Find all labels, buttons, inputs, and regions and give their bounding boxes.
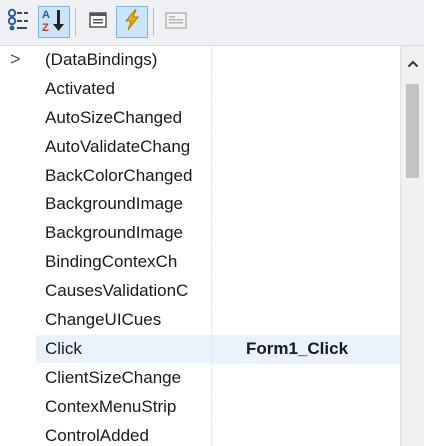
property-name: Click bbox=[36, 334, 212, 364]
chevron-up-icon bbox=[407, 55, 419, 73]
property-value[interactable] bbox=[212, 306, 400, 335]
grid-row[interactable]: AutoSizeChanged bbox=[0, 103, 400, 133]
property-name: ContexMenuStrip bbox=[36, 392, 212, 422]
property-name: BackColorChanged bbox=[36, 161, 212, 191]
property-name: ChangeUICues bbox=[36, 306, 212, 335]
toolbar-separator bbox=[75, 8, 76, 36]
grid-row[interactable]: ContexMenuStrip bbox=[0, 392, 400, 422]
property-name: BindingContexCh bbox=[36, 248, 212, 278]
property-grid-toolbar: A Z bbox=[0, 0, 424, 46]
property-pages-icon bbox=[164, 9, 188, 36]
property-name: (DataBindings) bbox=[36, 46, 212, 75]
property-grid: > (DataBindings) Activated AutoSizeChang… bbox=[0, 46, 400, 446]
categorized-button[interactable] bbox=[4, 6, 36, 38]
grid-row[interactable]: ChangeUICues bbox=[0, 306, 400, 335]
categorized-icon bbox=[7, 7, 33, 38]
property-name: BackgroundImage bbox=[36, 190, 212, 220]
scroll-up-button[interactable] bbox=[401, 46, 424, 82]
vertical-scrollbar[interactable] bbox=[400, 46, 424, 446]
property-name: AutoSizeChanged bbox=[36, 103, 212, 133]
grid-row[interactable]: CausesValidationC bbox=[0, 277, 400, 307]
grid-row[interactable]: AutoValidateChang bbox=[0, 132, 400, 162]
grid-row[interactable]: BindingContexCh bbox=[0, 248, 400, 278]
toolbar-separator bbox=[153, 8, 154, 36]
property-name: CausesValidationC bbox=[36, 277, 212, 307]
property-value[interactable] bbox=[212, 75, 400, 104]
property-value[interactable] bbox=[212, 277, 400, 306]
property-value[interactable] bbox=[212, 393, 400, 422]
event-handler-value[interactable]: Form1_Click bbox=[212, 334, 400, 364]
property-name: ControlAdded bbox=[36, 421, 212, 446]
property-pages-button[interactable] bbox=[160, 6, 192, 38]
grid-row-databindings[interactable]: > (DataBindings) bbox=[0, 46, 400, 75]
property-value[interactable] bbox=[212, 219, 400, 248]
grid-row[interactable]: Activated bbox=[0, 74, 400, 104]
property-value[interactable] bbox=[212, 162, 400, 191]
sort-az-icon: A Z bbox=[41, 7, 67, 38]
grid-row-selected[interactable]: Click Form1_Click bbox=[0, 334, 400, 364]
property-value[interactable] bbox=[212, 190, 400, 219]
property-value[interactable] bbox=[212, 46, 400, 75]
property-value[interactable] bbox=[212, 364, 400, 393]
property-value[interactable] bbox=[212, 104, 400, 133]
property-name: BackgroundImage bbox=[36, 219, 212, 249]
properties-button[interactable] bbox=[82, 6, 114, 38]
lightning-icon bbox=[120, 8, 144, 37]
grid-row[interactable]: BackColorChanged bbox=[0, 161, 400, 191]
grid-row[interactable]: ClientSizeChange bbox=[0, 363, 400, 393]
property-value[interactable] bbox=[212, 133, 400, 162]
chevron-right-icon[interactable]: > bbox=[10, 49, 21, 70]
grid-row[interactable]: ControlAdded bbox=[0, 421, 400, 446]
property-name: Activated bbox=[36, 74, 212, 104]
grid-row[interactable]: BackgroundImage bbox=[0, 219, 400, 249]
svg-text:A: A bbox=[42, 9, 50, 21]
property-value[interactable] bbox=[212, 422, 400, 446]
svg-text:Z: Z bbox=[42, 22, 49, 33]
property-name: AutoValidateChang bbox=[36, 132, 212, 162]
events-button[interactable] bbox=[116, 6, 148, 38]
scroll-thumb[interactable] bbox=[406, 84, 419, 178]
properties-icon bbox=[87, 9, 109, 36]
grid-row[interactable]: BackgroundImage bbox=[0, 190, 400, 220]
alphabetical-button[interactable]: A Z bbox=[38, 6, 70, 38]
property-value[interactable] bbox=[212, 248, 400, 277]
property-name: ClientSizeChange bbox=[36, 363, 212, 393]
